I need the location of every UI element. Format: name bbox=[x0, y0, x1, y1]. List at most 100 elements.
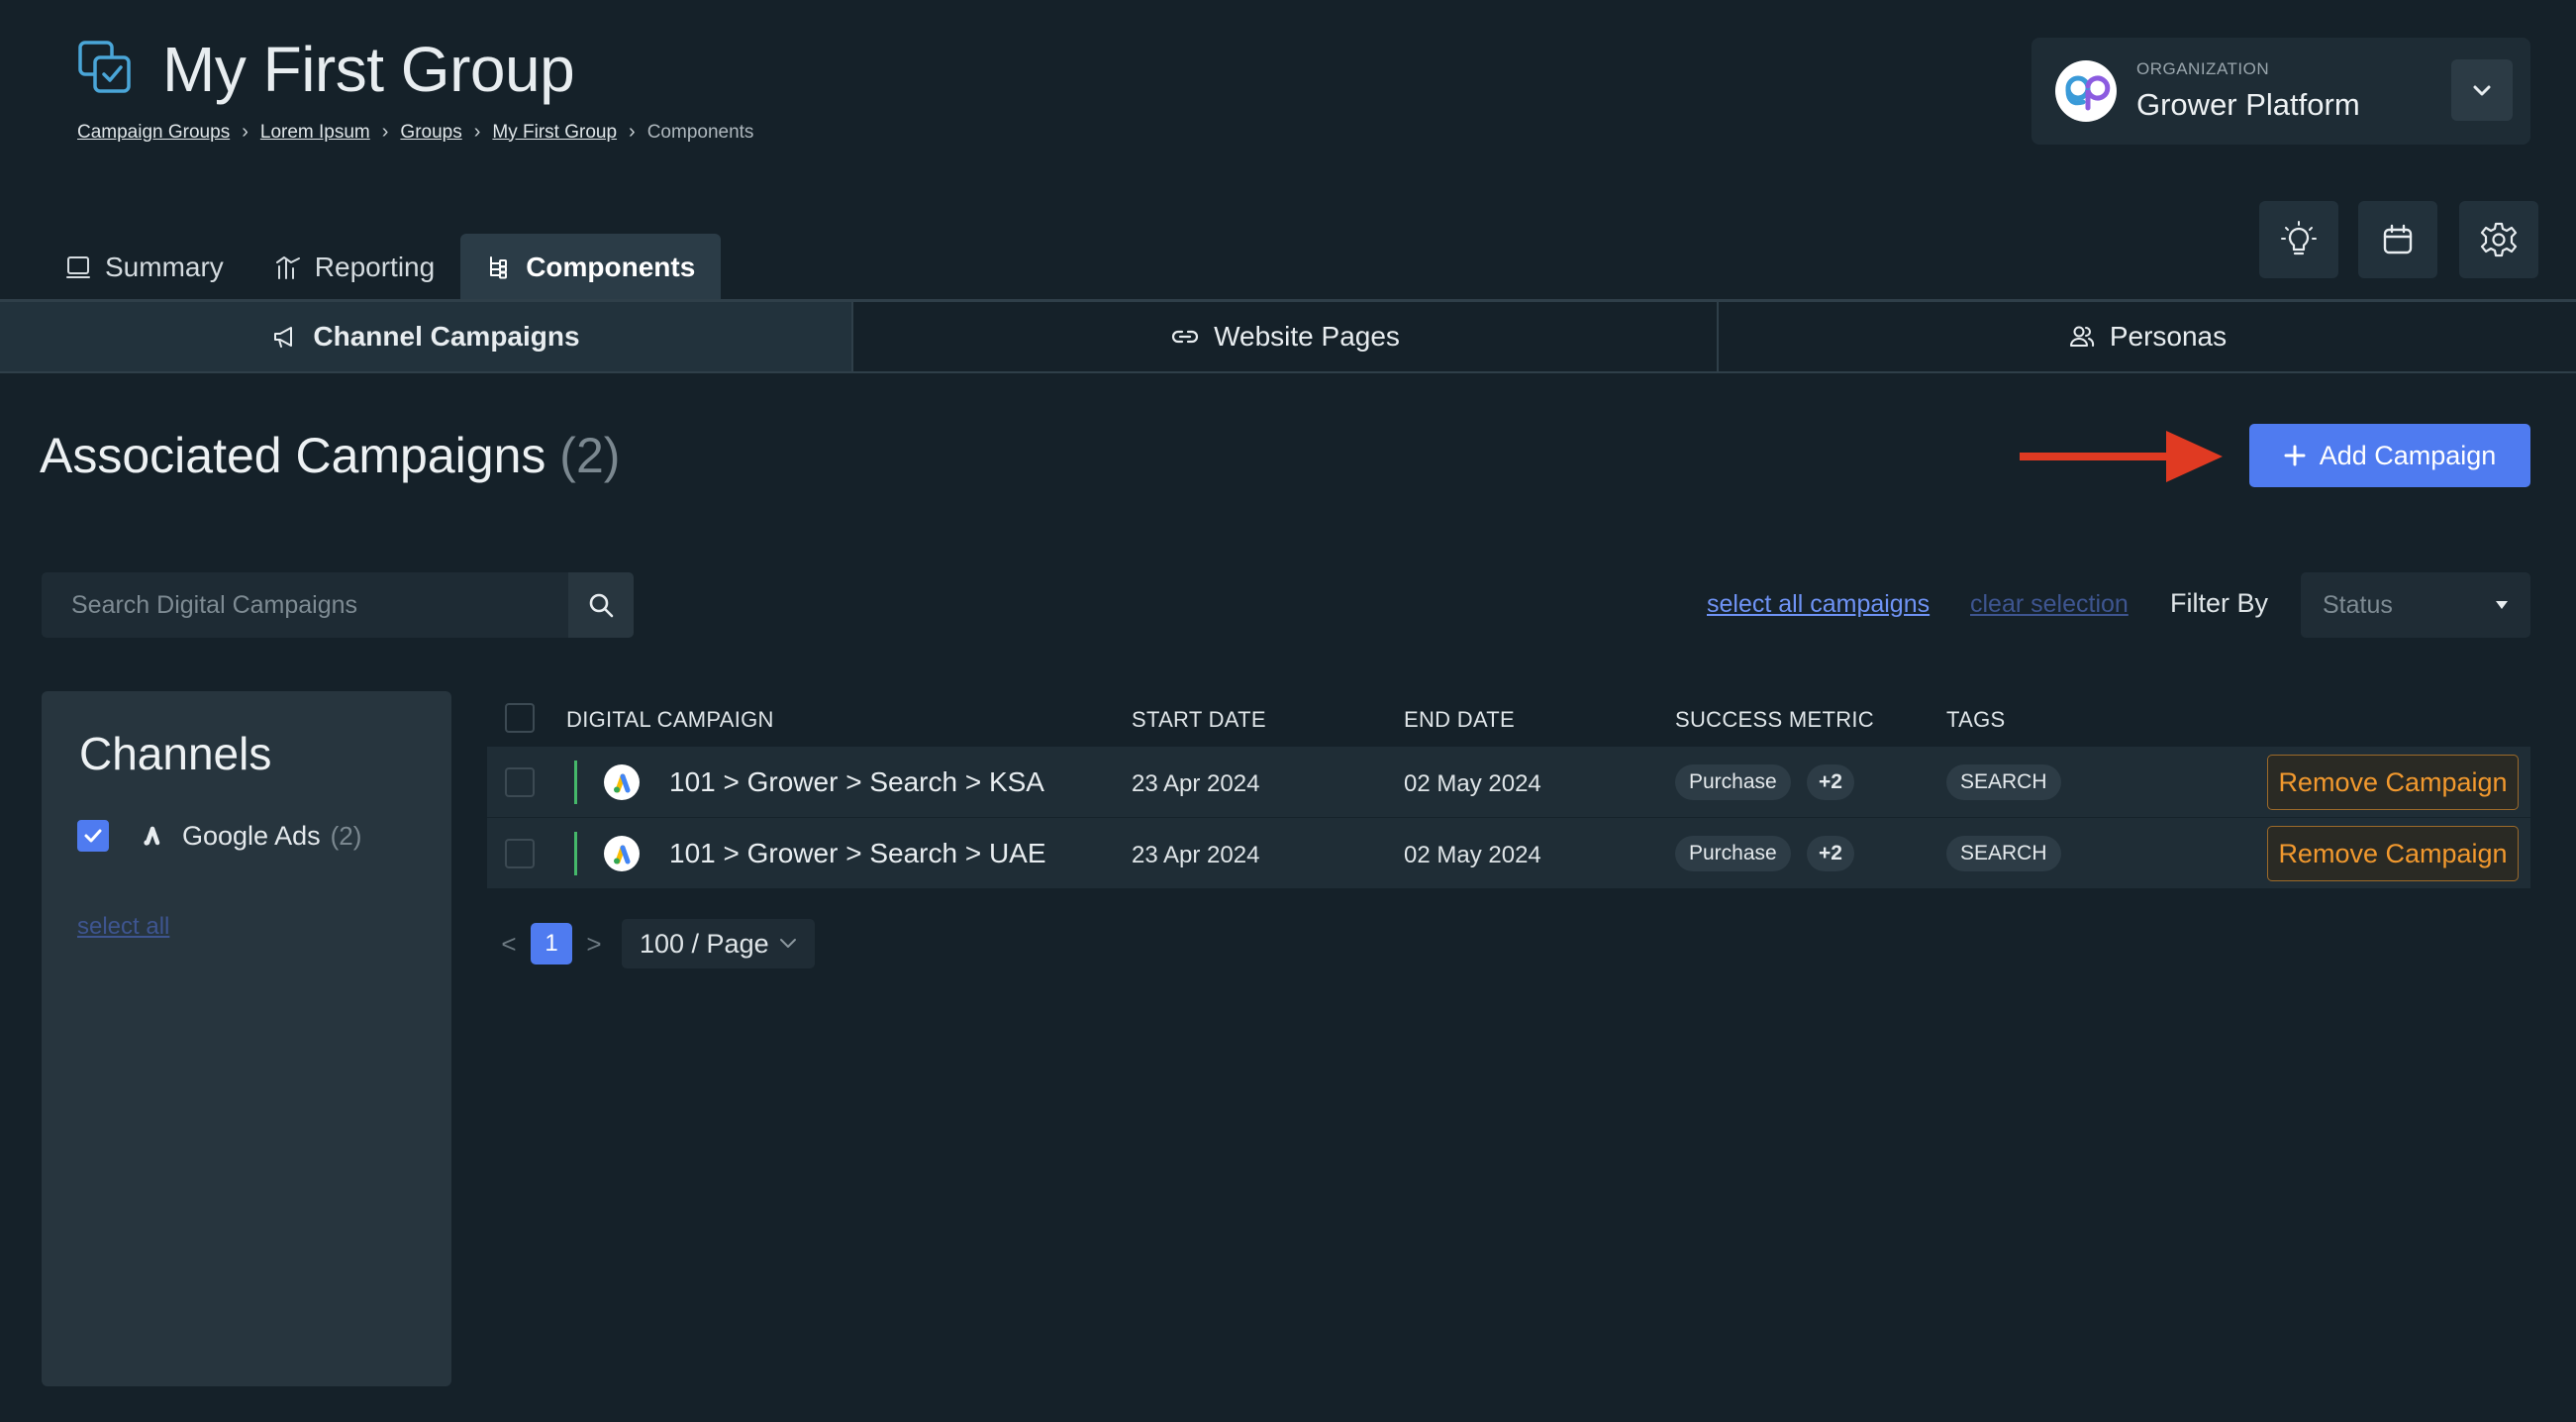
status-indicator bbox=[574, 832, 577, 875]
search-input[interactable] bbox=[42, 572, 568, 638]
campaign-name[interactable]: 101 > Grower > Search > KSA bbox=[669, 766, 1044, 798]
row-checkbox[interactable] bbox=[505, 767, 535, 797]
tree-icon bbox=[490, 256, 508, 279]
search-icon bbox=[589, 593, 614, 618]
google-ads-logo-icon bbox=[604, 836, 640, 871]
campaigns-table: DIGITAL CAMPAIGN START DATE END DATE SUC… bbox=[487, 691, 2530, 889]
settings-button[interactable] bbox=[2459, 201, 2538, 278]
clear-selection-link[interactable]: clear selection bbox=[1970, 590, 2129, 619]
tag-pill: SEARCH bbox=[1946, 764, 2061, 800]
ideas-button[interactable] bbox=[2259, 201, 2338, 278]
end-date: 02 May 2024 bbox=[1404, 770, 1541, 797]
column-header-end-date[interactable]: END DATE bbox=[1404, 707, 1515, 733]
subtab-channel-campaigns[interactable]: Channel Campaigns bbox=[0, 302, 853, 371]
breadcrumb-groups[interactable]: Groups bbox=[400, 122, 461, 144]
column-header-digital-campaign[interactable]: DIGITAL CAMPAIGN bbox=[566, 707, 774, 733]
lightbulb-icon bbox=[2281, 221, 2317, 255]
select-all-campaigns-link[interactable]: select all campaigns bbox=[1707, 590, 1930, 619]
column-header-success-metric[interactable]: SUCCESS METRIC bbox=[1675, 707, 1874, 733]
google-ads-logo-icon bbox=[604, 764, 640, 800]
channel-label: Google Ads bbox=[182, 820, 321, 851]
campaign-name[interactable]: 101 > Grower > Search > UAE bbox=[669, 838, 1046, 869]
group-logo-icon bbox=[77, 40, 133, 95]
add-campaign-button[interactable]: Add Campaign bbox=[2249, 424, 2530, 487]
chevron-down-icon bbox=[2473, 85, 2491, 96]
organization-label: ORGANIZATION bbox=[2136, 59, 2270, 78]
organization-switcher[interactable]: ORGANIZATION Grower Platform bbox=[2031, 38, 2530, 145]
section-title: Associated Campaigns (2) bbox=[40, 424, 620, 487]
calendar-icon bbox=[2383, 224, 2413, 254]
breadcrumb: Campaign Groups › Lorem Ipsum › Groups ›… bbox=[77, 121, 753, 144]
notebook-icon bbox=[66, 256, 90, 278]
subtab-website-pages-label: Website Pages bbox=[1214, 321, 1400, 352]
megaphone-icon bbox=[274, 327, 293, 348]
status-filter-select[interactable]: Status bbox=[2301, 572, 2530, 638]
metric-pill: Purchase bbox=[1675, 836, 1791, 871]
page-number-button[interactable]: 1 bbox=[531, 923, 572, 965]
select-all-checkbox[interactable] bbox=[505, 703, 535, 733]
breadcrumb-separator: › bbox=[242, 121, 248, 143]
breadcrumb-components: Components bbox=[646, 121, 754, 143]
start-date: 23 Apr 2024 bbox=[1132, 842, 1260, 868]
tag-pill: SEARCH bbox=[1946, 836, 2061, 871]
start-date: 23 Apr 2024 bbox=[1132, 770, 1260, 797]
google-ads-icon bbox=[144, 826, 160, 846]
metric-more-pill[interactable]: +2 bbox=[1807, 836, 1854, 871]
section-count: (2) bbox=[559, 428, 621, 483]
calendar-button[interactable] bbox=[2358, 201, 2437, 278]
chart-icon bbox=[275, 256, 300, 279]
subtab-channel-campaigns-label: Channel Campaigns bbox=[313, 321, 580, 352]
breadcrumb-separator: › bbox=[629, 121, 636, 143]
tab-summary[interactable]: Summary bbox=[40, 234, 249, 301]
metric-pill: Purchase bbox=[1675, 764, 1791, 800]
page-size-value: 100 / Page bbox=[640, 928, 769, 959]
organization-name: Grower Platform bbox=[2136, 87, 2360, 122]
page-size-select[interactable]: 100 / Page bbox=[622, 919, 815, 968]
annotation-arrow-icon bbox=[2020, 431, 2223, 482]
next-page-button[interactable]: > bbox=[580, 924, 608, 964]
search-button[interactable] bbox=[568, 572, 634, 638]
plus-icon bbox=[2284, 445, 2306, 466]
component-subtabs: Channel Campaigns Website Pages Personas bbox=[0, 302, 2576, 373]
tab-summary-label: Summary bbox=[105, 252, 224, 282]
table-header: DIGITAL CAMPAIGN START DATE END DATE SUC… bbox=[487, 691, 2530, 747]
select-all-channels-link[interactable]: select all bbox=[77, 913, 169, 941]
prev-page-button[interactable]: < bbox=[495, 924, 523, 964]
remove-campaign-button[interactable]: Remove Campaign bbox=[2267, 826, 2519, 881]
breadcrumb-lorem-ipsum[interactable]: Lorem Ipsum bbox=[260, 122, 370, 144]
column-header-start-date[interactable]: START DATE bbox=[1132, 707, 1266, 733]
chevron-down-icon bbox=[779, 939, 796, 948]
organization-dropdown-button[interactable] bbox=[2451, 59, 2513, 121]
caret-down-icon bbox=[2496, 601, 2508, 609]
breadcrumb-separator: › bbox=[473, 121, 481, 143]
breadcrumb-campaign-groups[interactable]: Campaign Groups bbox=[77, 122, 230, 144]
organization-logo bbox=[2055, 60, 2117, 122]
channels-title: Channels bbox=[79, 728, 272, 779]
channels-panel: Channels Google Ads (2) select all bbox=[42, 691, 451, 1386]
subtab-personas-label: Personas bbox=[2109, 321, 2228, 352]
filter-by-label: Filter By bbox=[2170, 588, 2269, 618]
channel-checkbox[interactable] bbox=[77, 820, 109, 852]
link-icon bbox=[1172, 330, 1199, 344]
status-filter-value: Status bbox=[2323, 590, 2393, 619]
section-title-text: Associated Campaigns bbox=[40, 428, 546, 483]
end-date: 02 May 2024 bbox=[1404, 842, 1541, 868]
tab-components[interactable]: Components bbox=[460, 234, 722, 301]
column-header-tags[interactable]: TAGS bbox=[1946, 707, 2005, 733]
subtab-website-pages[interactable]: Website Pages bbox=[853, 302, 1719, 371]
remove-campaign-button[interactable]: Remove Campaign bbox=[2267, 755, 2519, 810]
tab-reporting[interactable]: Reporting bbox=[249, 234, 460, 301]
row-checkbox[interactable] bbox=[505, 839, 535, 868]
tab-components-label: Components bbox=[526, 252, 696, 282]
breadcrumb-my-first-group[interactable]: My First Group bbox=[492, 122, 617, 144]
metric-more-pill[interactable]: +2 bbox=[1807, 764, 1854, 800]
table-row: 101 > Grower > Search > KSA 23 Apr 2024 … bbox=[487, 747, 2530, 818]
pagination: < 1 > 100 / Page bbox=[495, 919, 815, 968]
channel-item-google-ads[interactable]: Google Ads (2) bbox=[77, 820, 361, 852]
tab-reporting-label: Reporting bbox=[314, 252, 436, 282]
status-indicator bbox=[574, 761, 577, 804]
gear-icon bbox=[2480, 222, 2518, 257]
subtab-personas[interactable]: Personas bbox=[1719, 302, 2576, 371]
users-icon bbox=[2069, 326, 2094, 347]
add-campaign-label: Add Campaign bbox=[2319, 440, 2497, 470]
